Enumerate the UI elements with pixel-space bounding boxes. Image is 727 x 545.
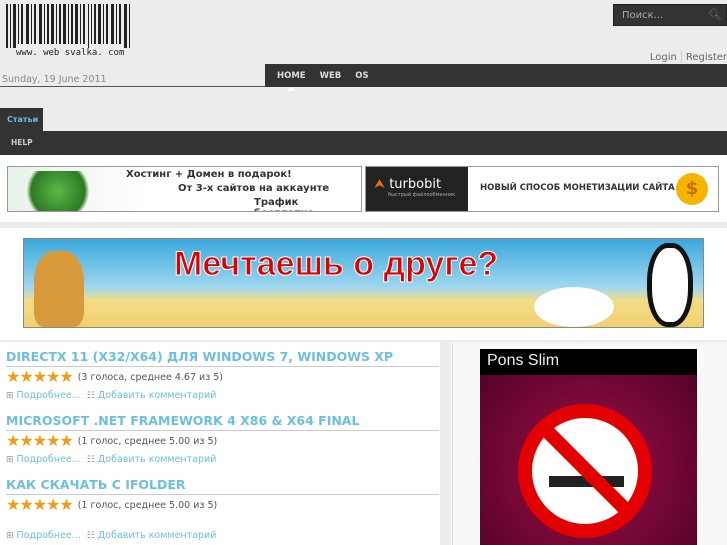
add-comment-link[interactable]: Добавить комментарий xyxy=(98,530,217,541)
turbobit-name: turbobit xyxy=(389,177,442,192)
turbobit-ad[interactable]: ⮝ turbobit быстрый файлообменник НОВЫЙ СП… xyxy=(365,166,719,212)
subnav-item-help[interactable]: HELP xyxy=(11,138,33,147)
nav-label: HOME xyxy=(277,70,306,81)
nav-item-web[interactable]: WEB xyxy=(320,71,342,81)
expand-icon: ⊞ xyxy=(6,391,14,401)
ad-text: НОВЫЙ СПОСОБ МОНЕТИЗАЦИИ САЙТА xyxy=(480,183,675,193)
panda-image xyxy=(647,243,693,327)
rating-text: (1 голос, среднее 5.00 из 5) xyxy=(77,499,218,511)
article-title[interactable]: DIRECTX 11 (X32/X64) ДЛЯ WINDOWS 7, WIND… xyxy=(6,349,439,367)
friend-banner-ad[interactable]: Мечтаешь о друге? xyxy=(23,238,704,328)
search-icon[interactable]: 🔍︎ xyxy=(708,8,722,21)
read-more-link[interactable]: Подробнее... xyxy=(17,530,81,541)
rating-stars[interactable]: ★★★★★ xyxy=(6,369,74,385)
add-comment-link[interactable]: Добавить комментарий xyxy=(98,390,217,401)
banner-text: Мечтаешь о друге? xyxy=(173,245,499,284)
register-link[interactable]: Register xyxy=(686,52,727,63)
ad-text: Трафик бесплатно xyxy=(254,197,314,211)
coin-icon: $ xyxy=(676,173,708,205)
auth-links: Login Register xyxy=(650,51,727,63)
ad-title: Pons Slim xyxy=(480,349,697,375)
tab-articles[interactable]: Статьи xyxy=(0,108,43,132)
article-title[interactable]: MICROSOFT .NET FRAMEWORK 4 X86 & X64 FIN… xyxy=(6,413,439,431)
pons-slim-ad[interactable]: Pons Slim xyxy=(480,349,697,545)
login-link[interactable]: Login xyxy=(650,52,677,63)
divider xyxy=(0,86,265,87)
expand-icon: ⊞ xyxy=(6,455,14,465)
svg-text:www. web svalka. com: www. web svalka. com xyxy=(16,48,124,56)
active-indicator xyxy=(287,86,295,91)
read-more-link[interactable]: Подробнее... xyxy=(17,390,81,401)
rating-stars[interactable]: ★★★★★ xyxy=(6,497,74,513)
article-title[interactable]: КАК СКАЧАТЬ С IFOLDER xyxy=(6,477,439,495)
rating-text: (1 голос, среднее 5.00 из 5) xyxy=(77,435,218,447)
current-date: Sunday, 19 June 2011 xyxy=(2,74,107,85)
comment-icon: ☷ xyxy=(86,531,95,541)
turbobit-logo: ⮝ turbobit быстрый файлообменник xyxy=(366,167,468,211)
article-item: DIRECTX 11 (X32/X64) ДЛЯ WINDOWS 7, WIND… xyxy=(6,349,439,409)
site-logo[interactable]: www. web svalka. com xyxy=(6,4,132,56)
nav-item-os[interactable]: OS xyxy=(355,71,368,81)
trees-image xyxy=(18,171,98,211)
turbobit-icon: ⮝ xyxy=(374,177,386,192)
no-smoking-icon xyxy=(518,404,652,538)
read-more-link[interactable]: Подробнее... xyxy=(17,454,81,465)
turbobit-sub: быстрый файлообменник xyxy=(388,192,456,198)
ad-text: Хостинг + Домен в подарок! xyxy=(126,169,292,180)
rating-text: (3 голоса, среднее 4.67 из 5) xyxy=(77,371,224,383)
cat-image xyxy=(534,287,614,327)
divider xyxy=(680,51,682,63)
article-item: КАК СКАЧАТЬ С IFOLDER ★★★★★ (1 голос, сре… xyxy=(6,477,439,545)
dog-image xyxy=(34,251,84,327)
main-nav: HOME WEB OS xyxy=(265,64,727,91)
search-placeholder: Поиск... xyxy=(622,10,664,21)
ad-text: От 3-х сайтов на аккаунте xyxy=(178,183,330,194)
hosting-ad[interactable]: Хостинг + Домен в подарок! От 3-х сайтов… xyxy=(7,166,362,212)
prohibition-bar xyxy=(541,425,633,517)
rating-stars[interactable]: ★★★★★ xyxy=(6,433,74,449)
search-input[interactable]: Поиск... 🔍︎ xyxy=(613,4,727,26)
add-comment-link[interactable]: Добавить комментарий xyxy=(98,454,217,465)
nav-item-home[interactable]: HOME xyxy=(277,70,306,91)
comment-icon: ☷ xyxy=(86,391,95,401)
subnav: HELP xyxy=(0,131,727,155)
expand-icon: ⊞ xyxy=(6,531,14,541)
comment-icon: ☷ xyxy=(86,455,95,465)
article-item: MICROSOFT .NET FRAMEWORK 4 X86 & X64 FIN… xyxy=(6,413,439,473)
